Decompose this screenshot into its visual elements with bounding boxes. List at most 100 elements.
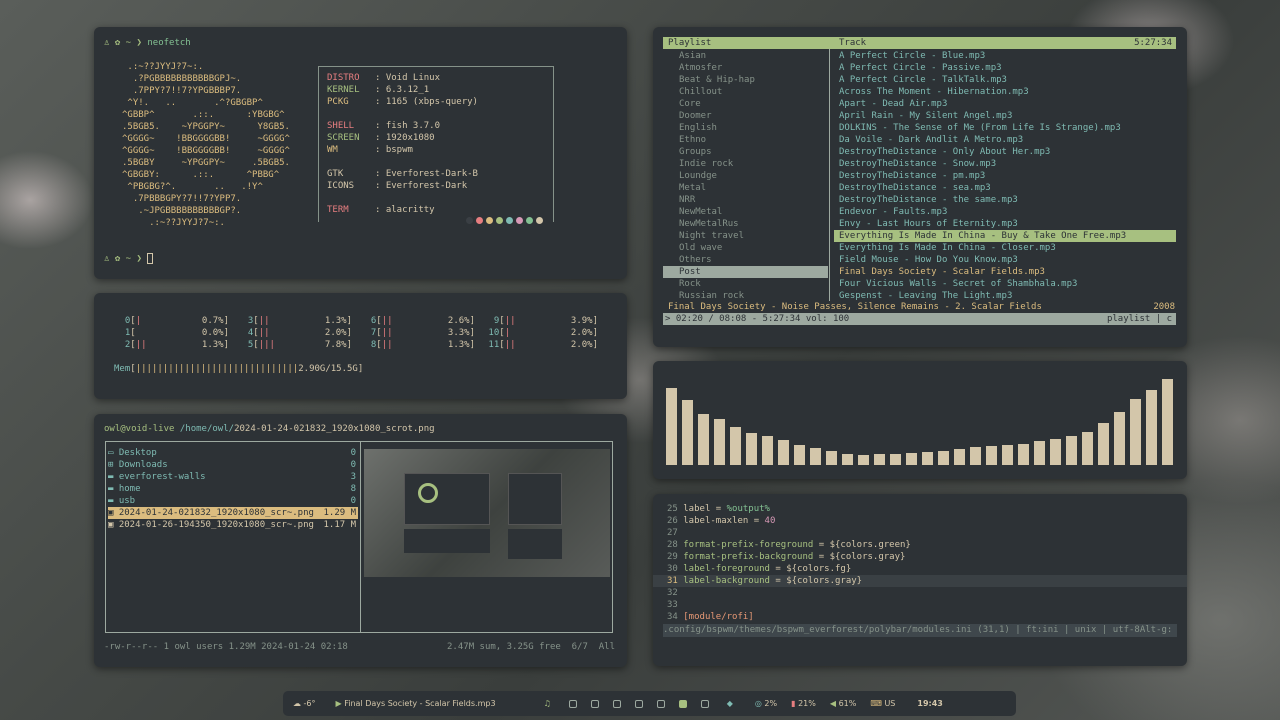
code-token: = ${colors.fg}	[769, 564, 852, 574]
playlist-item[interactable]: Metal	[663, 182, 828, 194]
track-item[interactable]: Final Days Society - Scalar Fields.mp3	[834, 266, 1176, 278]
file-icon: ⊞	[108, 460, 119, 470]
playlist-item[interactable]: Others	[663, 254, 828, 266]
playlist-item[interactable]: Ethno	[663, 134, 828, 146]
playlist-item[interactable]: Groups	[663, 146, 828, 158]
info-value: : fish 3.7.0	[375, 121, 441, 131]
spectrum-bar	[810, 448, 821, 465]
playlist-item[interactable]: NRR	[663, 194, 828, 206]
playlist-item[interactable]: Rock	[663, 278, 828, 290]
playlist-item[interactable]: Night travel	[663, 230, 828, 242]
code-line: 25 label = %output%	[653, 503, 1187, 515]
playlist-item[interactable]: Asian	[663, 50, 828, 62]
playlist-item[interactable]: Core	[663, 98, 828, 110]
prompt-icons-2: ♙ ✿ ~ ❯	[104, 254, 142, 264]
file-row[interactable]: ▣ 2024-01-26-194350_1920x1080_scr~.png 1.…	[108, 519, 358, 531]
palette-swatch	[496, 217, 503, 224]
app-icon[interactable]: ◆	[727, 699, 733, 708]
memory-widget[interactable]: ▮ 21%	[791, 699, 816, 708]
cpu-widget[interactable]: ◎ 2%	[755, 699, 777, 708]
playlist-item[interactable]: NewMetalRus	[663, 218, 828, 230]
notification-icon[interactable]: ♫	[544, 699, 551, 708]
info-key: TERM	[327, 205, 349, 215]
track-item[interactable]: DestroyTheDistance - pm.mp3	[834, 170, 1176, 182]
workspace-3[interactable]	[612, 699, 621, 708]
track-item[interactable]: Endevor - Faults.mp3	[834, 206, 1176, 218]
file-row[interactable]: ▭ Desktop 0	[108, 447, 358, 459]
volume-value: 61%	[838, 699, 857, 708]
track-item[interactable]: Everything Is Made In China - Buy & Take…	[834, 230, 1176, 242]
htop-window[interactable]: 0[| 0.7%] 1[0.0%] 2[|| 1.3%] 3[|| 1.3%] 4[|…	[94, 293, 627, 399]
music-widget[interactable]: ▶ Final Days Society - Scalar Fields.mp3	[336, 699, 496, 708]
track-item[interactable]: Da Voile - Dark Andlit A Metro.mp3	[834, 134, 1176, 146]
track-item[interactable]: A Perfect Circle - Passive.mp3	[834, 62, 1176, 74]
workspace-6-active[interactable]	[678, 699, 687, 708]
info-row: ICONS: Everforest-Dark	[327, 180, 467, 192]
cpu-bars: |	[504, 328, 511, 338]
cmus-window[interactable]: Playlist Track 5:27:34 Asian Atmosfer Beat…	[653, 27, 1187, 347]
playlist-item[interactable]: Doomer	[663, 110, 828, 122]
playlist-item[interactable]: English	[663, 122, 828, 134]
workspace-1[interactable]	[568, 699, 577, 708]
workspace-5[interactable]	[656, 699, 665, 708]
cpu-pct: 0.7%]	[201, 316, 229, 326]
workspace-4[interactable]	[634, 699, 643, 708]
playlist-item[interactable]: Atmosfer	[663, 62, 828, 74]
palette-swatch	[536, 217, 543, 224]
cpu-meter: 7[|| 3.3%]	[360, 327, 475, 339]
file-row[interactable]: ▬ everforest-walls 3	[108, 471, 358, 483]
cmus-header: Playlist Track 5:27:34	[663, 37, 1176, 49]
weather-widget[interactable]: ☁ -6°	[293, 699, 316, 708]
file-row[interactable]: ⊞ Downloads 0	[108, 459, 358, 471]
terminal-prompt-2[interactable]: ♙ ✿ ~ ❯	[104, 253, 154, 265]
spectrum-bar	[986, 446, 997, 465]
neofetch-terminal[interactable]: ♙ ✿ ~ ❯ neofetch .:~??JYYJ?7~:. .?PGBBBB…	[94, 27, 627, 279]
track-item[interactable]: DestroyTheDistance - Only About Her.mp3	[834, 146, 1176, 158]
clock[interactable]: 19:43	[917, 699, 942, 708]
file-row[interactable]: ▬ usb 0	[108, 495, 358, 507]
cpu-pct: 1.3%]	[201, 340, 229, 350]
cpu-bars: ||	[381, 328, 393, 338]
file-row[interactable]: ▣ 2024-01-24-021832_1920x1080_scr~.png 1.…	[108, 507, 358, 519]
track-item[interactable]: A Perfect Circle - TalkTalk.mp3	[834, 74, 1176, 86]
vim-editor[interactable]: 25 label = %output% 26 label-maxlen = 40 2…	[653, 494, 1187, 666]
cpu-pct: 0.0%]	[201, 328, 229, 338]
track-item[interactable]: Envy - Last Hours of Eternity.mp3	[834, 218, 1176, 230]
cpu-id: 11	[483, 340, 500, 350]
volume-widget[interactable]: ◀ 61%	[830, 699, 856, 708]
playlist-item[interactable]: NewMetal	[663, 206, 828, 218]
workspace-2[interactable]	[590, 699, 599, 708]
info-value: : bspwm	[375, 145, 413, 155]
playlist-item[interactable]: Post	[663, 266, 828, 278]
track-item[interactable]: DestroyTheDistance - sea.mp3	[834, 182, 1176, 194]
workspace-7[interactable]	[700, 699, 709, 708]
track-item[interactable]: April Rain - My Silent Angel.mp3	[834, 110, 1176, 122]
track-item[interactable]: DOLKINS - The Sense of Me (From Life Is …	[834, 122, 1176, 134]
track-item[interactable]: Apart - Dead Air.mp3	[834, 98, 1176, 110]
line-number: 27	[667, 528, 684, 538]
playlist-item[interactable]: Indie rock	[663, 158, 828, 170]
track-item[interactable]: Across The Moment - Hibernation.mp3	[834, 86, 1176, 98]
track-item[interactable]: DestroyTheDistance - the same.mp3	[834, 194, 1176, 206]
file-count: 0	[350, 448, 356, 458]
file-row[interactable]: ▬ home 8	[108, 483, 358, 495]
ranger-window[interactable]: owl@void-live /home/owl/2024-01-24-02183…	[94, 414, 627, 667]
playlist-item[interactable]: Loundge	[663, 170, 828, 182]
playlist-item[interactable]: Chillout	[663, 86, 828, 98]
playlist-item[interactable]: Old wave	[663, 242, 828, 254]
track-item[interactable]: DestroyTheDistance - Snow.mp3	[834, 158, 1176, 170]
keyboard-layout: US	[884, 699, 896, 708]
playlist-item[interactable]: Beat & Hip-hap	[663, 74, 828, 86]
spectrum-bar	[842, 454, 853, 465]
info-value: : Everforest-Dark	[375, 181, 468, 191]
track-item[interactable]: A Perfect Circle - Blue.mp3	[834, 50, 1176, 62]
track-list: A Perfect Circle - Blue.mp3 A Perfect Cir…	[834, 50, 1176, 302]
track-item[interactable]: Everything Is Made In China - Closer.mp3	[834, 242, 1176, 254]
info-row: KERNEL: 6.3.12_1	[327, 84, 429, 96]
keyboard-widget[interactable]: ⌨ US	[870, 699, 895, 708]
track-item[interactable]: Field Mouse - How Do You Know.mp3	[834, 254, 1176, 266]
info-row: TERM: alacritty	[327, 204, 435, 216]
palette-swatch	[506, 217, 513, 224]
file-count: 1.17 M	[323, 520, 356, 530]
track-item[interactable]: Four Vicious Walls - Secret of Shambhala…	[834, 278, 1176, 290]
